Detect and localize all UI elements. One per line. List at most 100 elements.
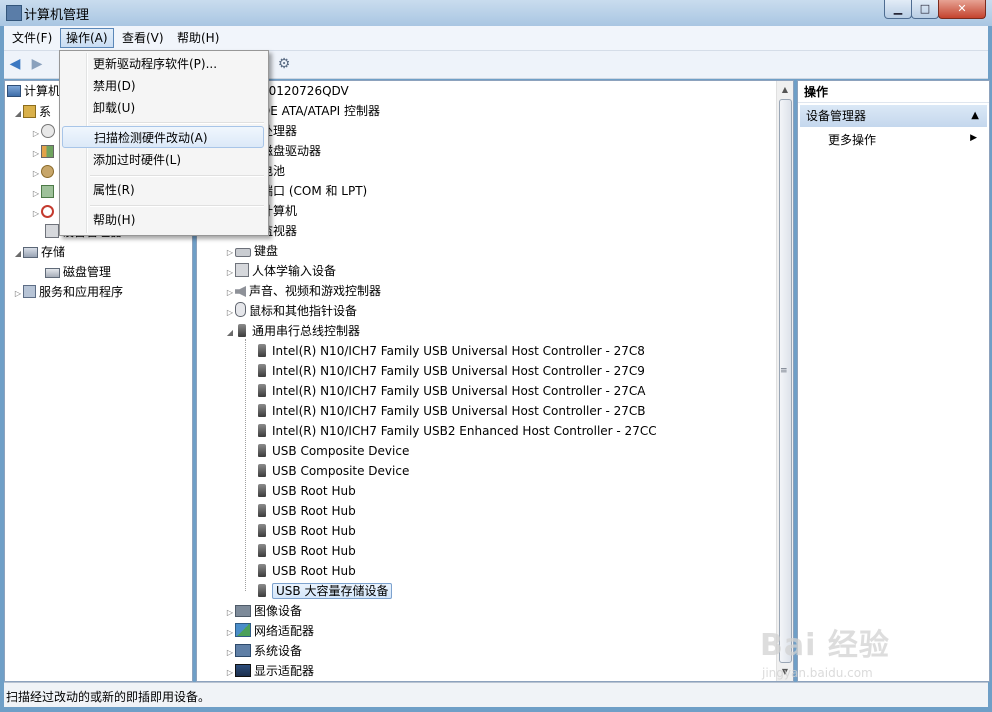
category-ide[interactable]: DE ATA/ATAPI 控制器 (261, 101, 380, 121)
expand-triangle-icon[interactable]: ▷ (225, 303, 235, 323)
forward-arrow-icon[interactable]: ▶ (29, 56, 45, 72)
expand-triangle-icon[interactable]: ▷ (225, 283, 235, 303)
window-title: 计算机管理 (24, 8, 90, 23)
tree-item-services[interactable]: ▷ 服务和应用程序 (13, 282, 123, 302)
usb-plug-icon (258, 364, 266, 377)
usb-plug-icon (258, 584, 266, 597)
menu-view[interactable]: 查看(V) (117, 29, 169, 47)
menu-item-help[interactable]: 帮助(H) (62, 209, 264, 231)
clock-icon (41, 124, 55, 138)
expand-triangle-icon[interactable]: ▷ (31, 164, 41, 184)
category-usb[interactable]: ◢ 通用串行总线控制器 (225, 321, 360, 341)
usb-plug-icon (258, 404, 266, 417)
expand-triangle-icon[interactable]: ▷ (13, 284, 23, 304)
usb-device-row[interactable]: USB Root Hub (255, 561, 356, 581)
scan-hardware-icon[interactable]: ⚙ (276, 56, 292, 72)
back-arrow-icon[interactable]: ◀ (7, 56, 23, 72)
usb-device-row[interactable]: USB Root Hub (255, 521, 356, 541)
close-button[interactable]: ✕ (938, 0, 986, 19)
usb-device-row[interactable]: Intel(R) N10/ICH7 Family USB Universal H… (255, 361, 645, 381)
menu-item-properties[interactable]: 属性(R) (62, 179, 264, 201)
device-tree-root[interactable]: 20120726QDV (261, 81, 349, 101)
usb-device-row[interactable]: Intel(R) N10/ICH7 Family USB Universal H… (255, 381, 646, 401)
tree-item-storage[interactable]: ◢ 存储 (13, 242, 65, 262)
actions-group-device-manager[interactable]: 设备管理器 ▲ (800, 105, 987, 127)
tree-item-local-users[interactable]: ▷ (31, 202, 57, 222)
selected-device-label[interactable]: USB 大容量存储设备 (272, 583, 393, 599)
storage-icon (23, 247, 38, 258)
menu-item-update-driver[interactable]: 更新驱动程序软件(P)... (62, 53, 264, 75)
menu-separator (90, 175, 264, 177)
expand-triangle-icon[interactable]: ▷ (225, 603, 235, 623)
collapse-triangle-icon[interactable]: ◢ (13, 104, 23, 124)
menu-help[interactable]: 帮助(H) (172, 29, 224, 47)
usb-plug-icon (258, 344, 266, 357)
baidu-watermark: Bai 经验 jingyan.baidu.com (760, 604, 950, 684)
expand-triangle-icon[interactable]: ▷ (225, 643, 235, 663)
maximize-button[interactable]: □ (911, 0, 939, 19)
services-icon (23, 285, 36, 298)
category-display[interactable]: ▷ 显示适配器 (225, 661, 314, 681)
tree-item-event-viewer[interactable]: ▷ (31, 142, 57, 162)
tree-item-performance[interactable]: ▷ (31, 182, 57, 202)
collapse-triangle-icon[interactable]: ◢ (225, 323, 235, 343)
menu-item-scan-hardware[interactable]: 扫描检测硬件改动(A) (62, 126, 264, 148)
collapse-caret-icon[interactable]: ▲ (971, 105, 979, 127)
usb-device-row[interactable]: USB Root Hub (255, 501, 356, 521)
category-imaging[interactable]: ▷ 图像设备 (225, 601, 302, 621)
category-system[interactable]: ▷ 系统设备 (225, 641, 302, 661)
category-keyboard[interactable]: ▷ 键盘 (225, 241, 278, 261)
users-icon (41, 165, 54, 178)
display-adapter-icon (235, 664, 251, 677)
menu-file[interactable]: 文件(F) (7, 29, 57, 47)
usb-device-row[interactable]: USB Composite Device (255, 461, 409, 481)
category-audio[interactable]: ▷ 声音、视频和游戏控制器 (225, 281, 381, 301)
expand-triangle-icon[interactable]: ▷ (225, 623, 235, 643)
actions-title: 操作 (798, 81, 989, 103)
vertical-scrollbar[interactable]: ▲ ≡ ▼ (776, 81, 793, 681)
submenu-arrow-icon[interactable]: ▶ (970, 133, 977, 143)
menu-action[interactable]: 操作(A) (60, 28, 114, 48)
scrollbar-thumb[interactable] (779, 99, 792, 663)
tree-item-task-scheduler[interactable]: ▷ (31, 122, 58, 142)
action-dropdown-menu: 更新驱动程序软件(P)... 禁用(D) 卸载(U) 扫描检测硬件改动(A) 添… (59, 50, 269, 236)
more-actions-link[interactable]: 更多操作 (828, 131, 876, 149)
expand-triangle-icon[interactable]: ▷ (31, 184, 41, 204)
category-network[interactable]: ▷ 网络适配器 (225, 621, 314, 641)
usb-device-row[interactable]: USB Root Hub (255, 481, 356, 501)
expand-triangle-icon[interactable]: ▷ (225, 263, 235, 283)
device-tree: 20120726QDV DE ATA/ATAPI 控制器 处理器 磁盘驱动器 电… (196, 80, 794, 682)
expand-triangle-icon[interactable]: ▷ (31, 204, 41, 224)
tree-item-disk-management[interactable]: 磁盘管理 (45, 262, 111, 282)
usb-device-row[interactable]: USB Composite Device (255, 441, 409, 461)
menu-item-disable[interactable]: 禁用(D) (62, 75, 264, 97)
menu-item-add-legacy-hardware[interactable]: 添加过时硬件(L) (62, 149, 264, 171)
category-hid[interactable]: ▷ 人体学输入设备 (225, 261, 336, 281)
tree-item-computer[interactable]: 计算机 (7, 81, 60, 101)
usb-plug-icon (258, 444, 266, 457)
tree-item-system-tools[interactable]: ◢ 系 (13, 102, 51, 122)
expand-triangle-icon[interactable]: ▷ (31, 144, 41, 164)
expand-triangle-icon[interactable]: ▷ (31, 124, 41, 144)
minimize-button[interactable]: ▁ (884, 0, 912, 19)
usb-device-row[interactable]: Intel(R) N10/ICH7 Family USB Universal H… (255, 341, 645, 361)
category-disk-drives[interactable]: 磁盘驱动器 (261, 141, 321, 161)
collapse-triangle-icon[interactable]: ◢ (13, 244, 23, 264)
category-ports[interactable]: 端口 (COM 和 LPT) (261, 181, 367, 201)
menu-item-uninstall[interactable]: 卸载(U) (62, 97, 264, 119)
expand-triangle-icon[interactable]: ▷ (225, 243, 235, 263)
tree-connector (245, 339, 246, 591)
camera-icon (235, 605, 251, 617)
category-mouse[interactable]: ▷ 鼠标和其他指针设备 (225, 301, 357, 321)
usb-device-row[interactable]: Intel(R) N10/ICH7 Family USB Universal H… (255, 401, 646, 421)
expand-triangle-icon[interactable]: ▷ (225, 663, 235, 681)
perf-icon (41, 185, 54, 198)
usb-device-row[interactable]: USB Root Hub (255, 541, 356, 561)
usb-device-row[interactable]: Intel(R) N10/ICH7 Family USB2 Enhanced H… (255, 421, 657, 441)
actions-pane: 操作 设备管理器 ▲ 更多操作 ▶ (797, 80, 990, 682)
scroll-up-icon[interactable]: ▲ (779, 83, 791, 97)
tree-item-shared-folders[interactable]: ▷ (31, 162, 57, 182)
watermark-url: jingyan.baidu.com (762, 666, 873, 680)
usb-mass-storage-row[interactable]: USB 大容量存储设备 (255, 581, 393, 601)
hid-icon (235, 263, 249, 277)
